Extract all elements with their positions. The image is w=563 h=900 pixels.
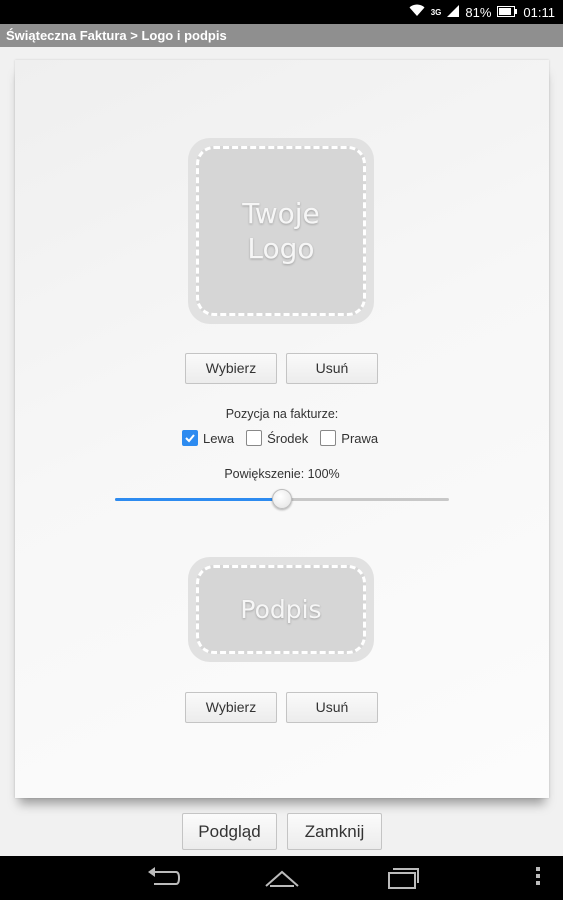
close-button[interactable]: Zamknij bbox=[287, 813, 382, 850]
logo-choose-button[interactable]: Wybierz bbox=[185, 353, 277, 384]
logo-placeholder-line1: Twoje bbox=[242, 197, 320, 230]
menu-icon[interactable] bbox=[535, 866, 541, 891]
position-option-left[interactable]: Lewa bbox=[182, 430, 234, 446]
position-option-center-label: Środek bbox=[267, 430, 309, 446]
battery-icon bbox=[497, 5, 518, 20]
signature-placeholder[interactable]: Podpis bbox=[188, 557, 374, 662]
slider-fill bbox=[115, 498, 282, 501]
network-type: 3G bbox=[430, 7, 442, 17]
logo-placeholder-line2: Logo bbox=[247, 232, 315, 265]
checkbox-center[interactable] bbox=[246, 430, 263, 446]
signature-remove-button[interactable]: Usuń bbox=[286, 692, 378, 723]
position-option-right[interactable]: Prawa bbox=[320, 430, 378, 446]
status-icons: 3G 81% 01:11 bbox=[409, 0, 555, 24]
battery-percent: 81% bbox=[465, 4, 492, 20]
settings-card: Twoje Logo Wybierz Usuń Pozycja na faktu… bbox=[15, 60, 549, 798]
signal-icon bbox=[447, 4, 460, 20]
check-icon bbox=[185, 434, 195, 443]
signature-placeholder-text: Podpis bbox=[240, 594, 322, 624]
checkbox-left[interactable] bbox=[182, 430, 198, 446]
clock: 01:11 bbox=[523, 4, 555, 20]
preview-button[interactable]: Podgląd bbox=[182, 813, 277, 850]
checkbox-right[interactable] bbox=[320, 430, 337, 446]
back-icon[interactable] bbox=[146, 866, 181, 895]
signature-choose-button[interactable]: Wybierz bbox=[185, 692, 277, 723]
signature-placeholder-frame: Podpis bbox=[196, 565, 366, 654]
wifi-icon bbox=[409, 4, 425, 20]
logo-placeholder[interactable]: Twoje Logo bbox=[188, 138, 374, 324]
zoom-label: Powiększenie: 100% bbox=[224, 467, 340, 481]
title-bar: Świąteczna Faktura > Logo i podpis bbox=[0, 24, 563, 47]
position-option-center[interactable]: Środek bbox=[246, 430, 308, 446]
navigation-bar bbox=[0, 856, 563, 900]
logo-placeholder-frame: Twoje Logo bbox=[196, 146, 366, 316]
position-option-left-label: Lewa bbox=[203, 430, 235, 446]
slider-thumb[interactable] bbox=[272, 489, 292, 509]
zoom-slider[interactable] bbox=[115, 489, 449, 510]
breadcrumb: Świąteczna Faktura > Logo i podpis bbox=[6, 28, 227, 43]
status-bar: 3G 81% 01:11 bbox=[0, 0, 563, 24]
recent-apps-icon[interactable] bbox=[385, 866, 419, 895]
home-icon[interactable] bbox=[264, 866, 300, 895]
position-options: Lewa Środek Prawa bbox=[182, 430, 378, 446]
position-label: Pozycja na fakturze: bbox=[225, 407, 339, 421]
position-option-right-label: Prawa bbox=[341, 430, 379, 446]
logo-remove-button[interactable]: Usuń bbox=[286, 353, 378, 384]
